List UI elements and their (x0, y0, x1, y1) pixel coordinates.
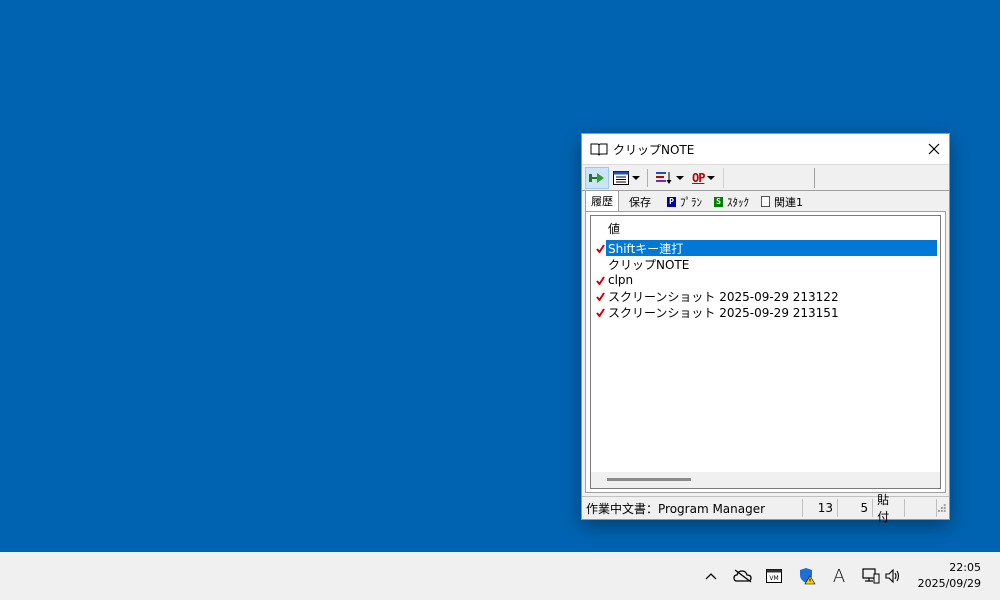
volume-tray-button[interactable] (884, 566, 904, 586)
chevron-down-icon (707, 175, 716, 180)
list-item[interactable]: クリップNOTE (591, 256, 940, 272)
close-icon (928, 143, 940, 155)
network-tray-button[interactable] (861, 566, 881, 586)
check-icon (594, 291, 606, 301)
onedrive-tray-button[interactable] (733, 566, 753, 586)
list-item[interactable]: スクリーンショット 2025-09-29 213151 (591, 304, 940, 320)
check-icon (594, 243, 606, 253)
list-item[interactable]: Shiftキー連打 (591, 240, 940, 256)
tab-label: 関連1 (774, 195, 803, 209)
status-count-text: 13 (817, 501, 834, 515)
sort-icon (656, 171, 672, 184)
resize-grip-icon[interactable] (937, 503, 947, 513)
stack-icon: S (714, 196, 723, 207)
window-title: クリップNOTE (613, 142, 695, 157)
toolbar-separator (647, 168, 648, 187)
scrollbar-thumb[interactable] (607, 478, 691, 481)
check-icon (594, 275, 606, 285)
taskbar-clock[interactable]: 22:05 2025/09/29 (918, 560, 981, 592)
tab-stack[interactable]: S ｽﾀｯｸ (708, 192, 755, 210)
clock-time: 22:05 (949, 561, 981, 574)
security-tray-button[interactable] (797, 566, 817, 586)
list-item-text: スクリーンショット 2025-09-29 213151 (608, 305, 839, 320)
view-menu-button[interactable] (611, 167, 642, 189)
pin-icon (589, 172, 604, 183)
network-icon (862, 568, 880, 584)
taskbar: VM A 22:05 2025/09/29 (0, 552, 1000, 600)
tab-saved[interactable]: 保存 (623, 192, 657, 210)
tab-panel: 値 Shiftキー連打 クリップNOTE clpn スクリーンショット 2025… (585, 211, 946, 493)
column-header-value[interactable]: 値 (591, 216, 940, 240)
title-bar[interactable]: クリップNOTE (582, 134, 949, 164)
show-hidden-icons-button[interactable] (701, 566, 721, 586)
defender-warning-icon (800, 568, 816, 585)
op-icon: OP (692, 170, 705, 185)
list-item-text: clpn (608, 273, 634, 287)
ime-icon: A (832, 565, 846, 587)
tab-label: 履歴 (591, 195, 613, 208)
status-number-text: 5 (860, 501, 869, 515)
clip-list[interactable]: 値 Shiftキー連打 クリップNOTE clpn スクリーンショット 2025… (590, 215, 941, 489)
status-count: 13 (803, 499, 839, 517)
list-view-icon (613, 170, 629, 185)
chevron-up-icon (705, 573, 717, 580)
list-item[interactable]: clpn (591, 272, 940, 288)
list-item[interactable]: スクリーンショット 2025-09-29 213122 (591, 288, 940, 304)
volume-icon (885, 569, 900, 583)
sort-menu-button[interactable] (653, 167, 686, 189)
status-number: 5 (838, 499, 874, 517)
status-mode: 貼付 (873, 493, 906, 524)
tab-label: ﾌﾟﾗﾝ (680, 195, 702, 209)
onedrive-offline-icon (733, 569, 752, 583)
document-icon (761, 196, 770, 207)
vm-tray-button[interactable]: VM (764, 566, 784, 586)
tab-history[interactable]: 履歴 (585, 190, 619, 211)
list-item-text: スクリーンショット 2025-09-29 213122 (608, 289, 839, 304)
pin-button[interactable] (585, 166, 609, 189)
chevron-down-icon (632, 175, 640, 180)
status-bar: 作業中文書：Program Manager 13 5 貼付 (582, 493, 949, 524)
clock-date: 2025/09/29 (917, 577, 981, 590)
status-document-text: 作業中文書：Program Manager (586, 501, 766, 516)
column-header-label: 値 (608, 221, 621, 236)
check-icon (594, 307, 606, 317)
toolbar-empty-area (723, 167, 816, 188)
tab-related-1[interactable]: 関連1 (755, 192, 809, 210)
options-menu-button[interactable]: OP (690, 167, 717, 189)
tab-plan[interactable]: P ﾌﾟﾗﾝ (661, 192, 708, 210)
toolbar: OP (582, 164, 949, 191)
status-mode-text: 貼付 (877, 493, 890, 524)
status-document: 作業中文書：Program Manager (582, 499, 804, 517)
tab-label: 保存 (629, 195, 651, 209)
chevron-down-icon (676, 175, 684, 180)
ime-mode-button[interactable]: A (829, 565, 849, 587)
status-empty (905, 499, 938, 517)
svg-text:VM: VM (769, 575, 778, 582)
vm-icon: VM (766, 569, 782, 583)
tab-strip: 履歴 保存 P ﾌﾟﾗﾝ S ｽﾀｯｸ 関連1 (585, 190, 946, 211)
plan-icon: P (667, 196, 676, 207)
tab-label: ｽﾀｯｸ (727, 195, 749, 209)
horizontal-scrollbar[interactable] (591, 472, 940, 488)
clipnote-window: クリップNOTE OP 履歴 保存 P ﾌﾟﾗﾝ S ｽﾀｯｸ 関連1 値 Sh… (581, 133, 950, 524)
app-book-icon (590, 143, 608, 156)
close-button[interactable] (919, 134, 949, 164)
list-item-text: Shiftキー連打 (606, 240, 937, 256)
list-item-text: クリップNOTE (608, 257, 690, 272)
